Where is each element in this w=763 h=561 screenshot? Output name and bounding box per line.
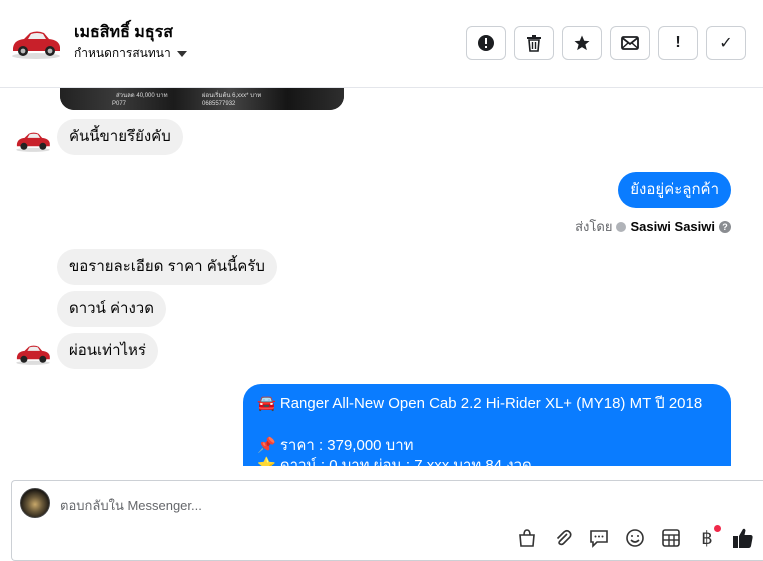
smiley-icon [626,529,644,547]
exclamation-icon: ! [675,34,681,51]
page-avatar [20,488,50,518]
contact-avatar-small[interactable] [14,339,52,367]
message-bubble-incoming[interactable]: คันนี้ขายรึยังคับ [57,119,183,155]
reply-composer: ตอบกลับใน Messenger... ฿ [11,480,763,561]
help-icon[interactable]: ? [719,220,731,233]
listing-message-bubble[interactable]: 🚘 Ranger All-New Open Cab 2.2 Hi-Rider X… [243,384,731,466]
emoji-button[interactable] [624,527,646,549]
image-text-phone: 0685577932 [202,101,236,107]
shared-image[interactable]: ส่วนลด 40,000 บาท ผ่อนเริ่มต้น 6,xxx* บา… [60,88,344,110]
chat-bubble-icon [590,530,608,548]
contact-avatar[interactable] [10,22,62,62]
sent-by-prefix: ส่งโดย [575,219,613,234]
image-text-code: P077 [112,101,127,107]
checkmark-icon: ✓ [719,35,733,52]
page-icon [616,221,627,232]
mark-done-button[interactable]: ✓ [706,26,746,60]
message-thread[interactable]: ส่วนลด 40,000 บาท ผ่อนเริ่มต้น 6,xxx* บา… [0,88,763,466]
contact-avatar-small[interactable] [14,126,52,154]
contact-name[interactable]: เมธสิทธิ์ มธุรส [74,20,173,45]
sent-by-label: ส่งโดย Sasiwi Sasiwi ? [575,216,731,237]
delete-button[interactable] [514,26,554,60]
shopping-bag-icon [519,529,535,547]
listing-down-payment: ⭐ ดาวน์ : 0 บาท ผ่อน : 7,xxx บาท 84 งวด [257,457,532,466]
spam-button[interactable]: ! [658,26,698,60]
saved-replies-button[interactable] [588,527,610,549]
image-text-installment: ผ่อนเริ่มต้น 6,xxx* บาท [202,93,262,99]
trash-icon [527,35,541,52]
listing-price: 📌 ราคา : 379,000 บาท [257,437,414,454]
mark-unread-button[interactable] [610,26,650,60]
assign-label: กำหนดการสนทนา [74,46,171,60]
envelope-icon [621,36,639,50]
star-icon [574,35,590,51]
catalog-button[interactable] [660,527,682,549]
thumbs-up-icon [733,528,753,548]
conversation-header: เมธสิทธิ์ มธุรส กำหนดการสนทนา ! ✓ [0,0,763,88]
message-bubble-incoming[interactable]: ดาวน์ ค่างวด [57,291,166,327]
like-button[interactable] [732,527,754,549]
message-bubble-outgoing[interactable]: ยังอยู่ค่ะลูกค้า [618,172,731,208]
listing-title: 🚘 Ranger All-New Open Cab 2.2 Hi-Rider X… [257,395,703,412]
notification-dot [714,525,721,532]
report-button[interactable] [466,26,506,60]
sent-by-agent[interactable]: Sasiwi Sasiwi [630,219,715,234]
alert-circle-icon [478,35,494,51]
message-bubble-incoming[interactable]: ขอรายละเอียด ราคา คันนี้ครับ [57,249,277,285]
baht-icon: ฿ [701,527,713,548]
shop-button[interactable] [516,527,538,549]
message-bubble-incoming[interactable]: ผ่อนเท่าไหร่ [57,333,158,369]
attach-button[interactable] [552,527,574,549]
reply-input[interactable]: ตอบกลับใน Messenger... [60,495,202,516]
star-button[interactable] [562,26,602,60]
image-text-discount: ส่วนลด 40,000 บาท [116,93,168,99]
caret-down-icon [176,50,187,57]
assign-conversation-dropdown[interactable]: กำหนดการสนทนา [74,44,187,63]
grid-table-icon [662,529,680,547]
paperclip-icon [556,529,572,546]
